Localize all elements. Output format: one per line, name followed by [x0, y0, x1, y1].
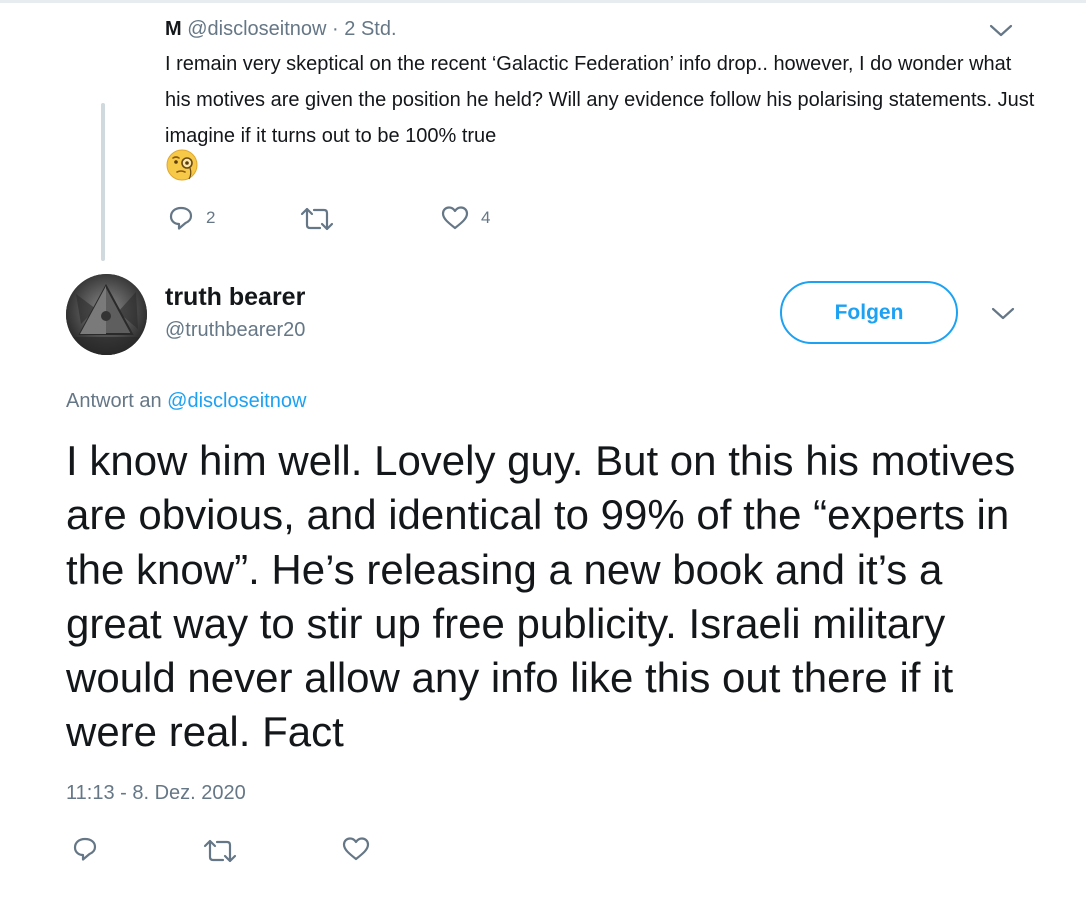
top-divider [0, 0, 1086, 3]
parent-handle-text: @discloseitnow [187, 18, 327, 40]
thread-connector-line [101, 103, 105, 261]
follow-button[interactable]: Folgen [780, 281, 958, 344]
reply-prefix: Antwort an [66, 390, 168, 412]
parent-like-count: 4 [481, 208, 491, 227]
reply-handle-link[interactable]: @discloseitnow [167, 390, 306, 412]
heart-icon[interactable] [342, 836, 370, 862]
retweet-icon[interactable] [203, 838, 237, 864]
parent-author-handle[interactable]: @discloseitnow · 2 Std. [187, 18, 396, 40]
chevron-down-icon[interactable] [987, 22, 1015, 40]
reply-icon [169, 206, 193, 230]
avatar[interactable] [66, 274, 147, 355]
parent-retweet-button[interactable] [300, 206, 334, 232]
parent-tweet-text: I remain very skeptical on the recent ‘G… [165, 53, 1035, 147]
tweet-text: I know him well. Lovely guy. But on this… [66, 437, 1016, 756]
chevron-down-icon[interactable] [989, 305, 1017, 323]
tweet-timestamp[interactable]: 11:13 - 8. Dez. 2020 [66, 780, 246, 806]
retweet-icon [300, 207, 334, 231]
parent-tweet-header[interactable]: M @discloseitnow · 2 Std. [165, 17, 397, 41]
heart-icon [441, 206, 469, 230]
pyramid-eye-icon [66, 274, 147, 355]
parent-like-button[interactable]: 4 [441, 205, 490, 231]
reply-context: Antwort an @discloseitnow [66, 388, 306, 414]
parent-separator: · [326, 18, 345, 40]
parent-reply-button[interactable]: 2 [168, 205, 215, 231]
parent-author-name[interactable]: M [165, 18, 182, 40]
face-with-monocle-icon [166, 149, 198, 181]
parent-reply-count: 2 [206, 208, 216, 227]
author-handle[interactable]: @truthbearer20 [165, 317, 305, 343]
parent-time[interactable]: 2 Std. [344, 18, 396, 40]
tweet-thread-view: M @discloseitnow · 2 Std. I remain very … [0, 0, 1086, 914]
reply-icon[interactable] [72, 836, 98, 862]
author-display-name[interactable]: truth bearer [165, 282, 305, 312]
